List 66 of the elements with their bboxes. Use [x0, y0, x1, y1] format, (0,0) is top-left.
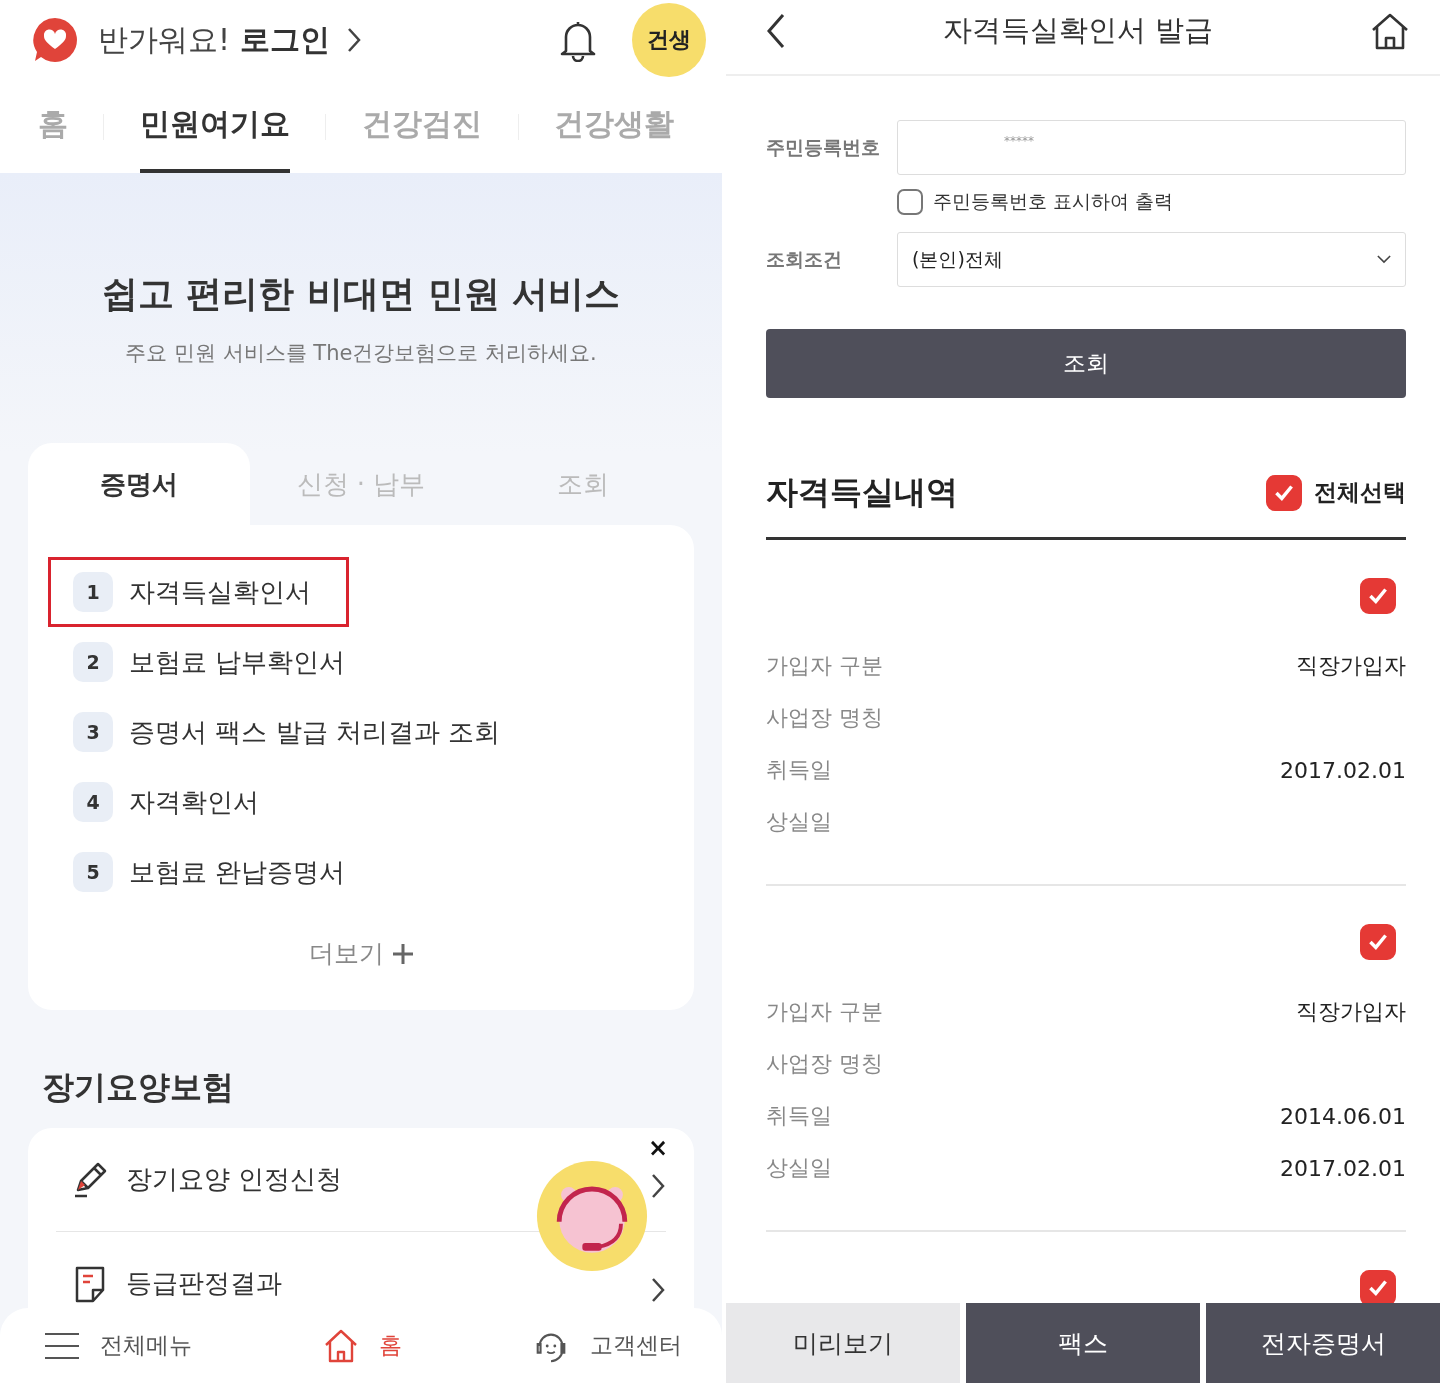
bottom-nav-item[interactable]: 고객센터	[532, 1326, 682, 1365]
field-value: 직장가입자	[1296, 652, 1406, 680]
number-badge: 4	[73, 782, 113, 822]
field-label: 사업장 명칭	[766, 704, 883, 732]
chatbot-icon[interactable]	[536, 1160, 648, 1272]
checkbox[interactable]	[1360, 1270, 1396, 1303]
back-icon[interactable]	[766, 13, 786, 49]
number-badge: 1	[73, 572, 113, 612]
condition-dropdown[interactable]: (본인)전체	[897, 232, 1406, 287]
more-link[interactable]: 더보기	[308, 937, 384, 970]
logo-icon	[30, 15, 80, 65]
care-item-link[interactable]: 장기요양 인정신청	[126, 1162, 343, 1197]
field-label: 가입자 구분	[766, 652, 883, 680]
section-title: 자격득실내역	[766, 471, 958, 513]
service-item[interactable]: 5 보험료 완납증명서	[48, 837, 365, 907]
number-badge: 3	[73, 712, 113, 752]
service-label: 증명서 팩스 발급 처리결과 조회	[129, 715, 501, 749]
number-badge: 2	[73, 642, 113, 682]
page-title: 자격득실확인서 발급	[941, 12, 1215, 49]
checkbox[interactable]	[1266, 474, 1302, 511]
action-button[interactable]: 전자증명서	[1206, 1303, 1440, 1383]
service-item[interactable]: 3 증명서 팩스 발급 처리결과 조회	[48, 697, 520, 767]
service-label: 자격확인서	[129, 785, 259, 819]
login-link[interactable]: 로그인	[240, 19, 331, 61]
hero-subtitle: 주요 민원 서비스를 The건강보험으로 처리하세요.	[125, 339, 597, 367]
action-button[interactable]: 미리보기	[726, 1303, 960, 1383]
field-value: 2014.06.01	[1280, 1103, 1406, 1129]
care-item-link[interactable]: 등급판정결과	[126, 1266, 282, 1301]
field-label: 조회조건	[766, 246, 843, 272]
field-label: 사업장 명칭	[766, 1050, 883, 1078]
chevron-down-icon	[1377, 255, 1391, 264]
field-label: 취득일	[766, 1102, 832, 1130]
service-item[interactable]: 2 보험료 납부확인서	[48, 627, 365, 697]
search-button[interactable]: 조회	[766, 329, 1406, 398]
service-item[interactable]: 1 자격득실확인서	[48, 557, 349, 627]
bottom-nav-item[interactable]: 홈	[322, 1327, 402, 1364]
checkbox-label: 주민등록번호 표시하여 출력	[933, 189, 1174, 214]
action-button[interactable]: 팩스	[966, 1303, 1200, 1383]
checkbox[interactable]	[1360, 578, 1396, 614]
greeting-text: 반가워요!	[98, 20, 231, 59]
service-label: 보험료 완납증명서	[129, 855, 346, 889]
number-badge: 5	[73, 852, 113, 892]
field-label: 주민등록번호	[766, 134, 881, 160]
checkbox[interactable]	[897, 189, 923, 215]
field-value: 2017.02.01	[1280, 757, 1406, 783]
close-button[interactable]: ×	[646, 1134, 671, 1162]
service-label: 자격득실확인서	[129, 575, 311, 609]
field-value: 직장가입자	[1296, 998, 1406, 1026]
field-value: 2017.02.01	[1280, 1155, 1406, 1181]
plus-icon[interactable]	[391, 942, 414, 965]
field-label: 상실일	[766, 808, 832, 836]
hero-title: 쉽고 편리한 비대면 민원 서비스	[101, 271, 621, 316]
select-all-label: 전체선택	[1314, 478, 1406, 507]
bottom-nav-item[interactable]: 전체메뉴	[44, 1330, 192, 1361]
checkbox[interactable]	[1360, 924, 1396, 960]
field-label: 가입자 구분	[766, 998, 883, 1026]
section-title: 장기요양보험	[41, 1067, 235, 1108]
field-label: 취득일	[766, 756, 832, 784]
profile-badge[interactable]: 건생	[632, 3, 706, 77]
service-tab[interactable]: 증명서	[28, 443, 250, 525]
service-label: 보험료 납부확인서	[129, 645, 346, 679]
home-icon[interactable]	[1370, 11, 1410, 51]
menu-icon	[44, 1330, 80, 1361]
chevron-right-icon[interactable]	[346, 26, 363, 54]
service-item[interactable]: 4 자격확인서	[48, 767, 349, 837]
field-label: 상실일	[766, 1154, 832, 1182]
